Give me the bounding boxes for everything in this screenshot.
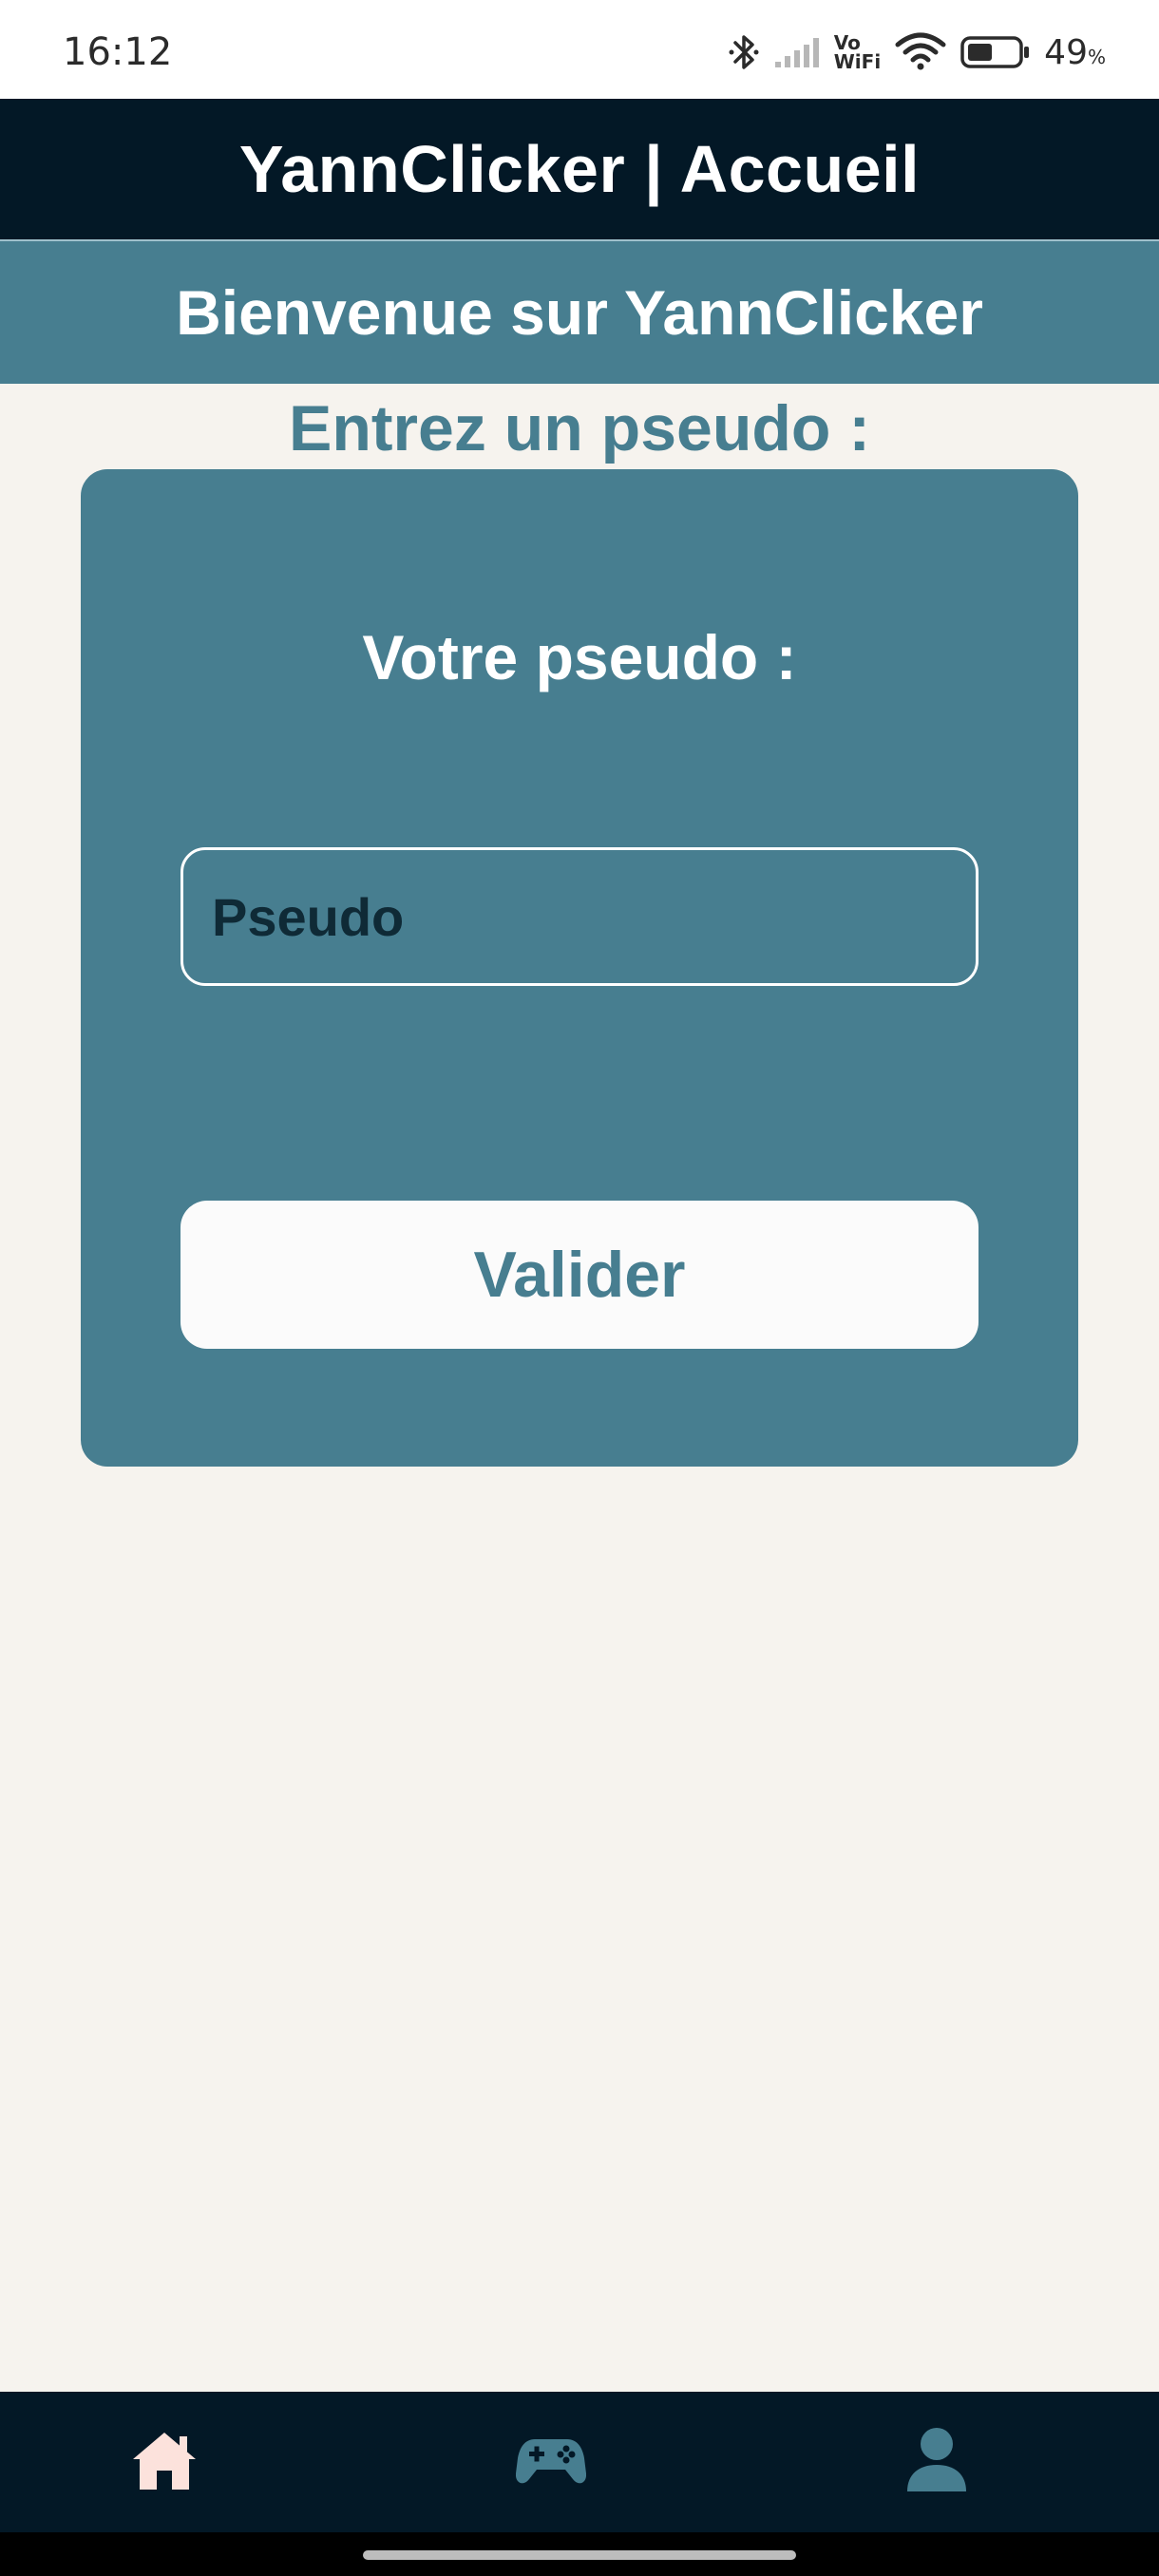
status-time: 16:12 bbox=[63, 30, 173, 74]
bluetooth-icon bbox=[728, 31, 760, 73]
battery-percent-unit: % bbox=[1087, 45, 1106, 68]
app-screen: 16:12 Vo WiFi 49% YannClicker | Accueil … bbox=[0, 0, 1159, 2576]
signal-icon bbox=[773, 35, 821, 69]
bottom-nav bbox=[0, 2392, 1159, 2532]
pseudo-input[interactable] bbox=[180, 847, 978, 986]
gesture-handle[interactable] bbox=[363, 2550, 796, 2560]
welcome-banner: Bienvenue sur YannClicker bbox=[0, 239, 1159, 384]
home-icon bbox=[129, 2429, 200, 2496]
nav-item-game[interactable] bbox=[475, 2392, 627, 2532]
app-header: YannClicker | Accueil bbox=[0, 99, 1159, 239]
gamepad-icon bbox=[515, 2434, 587, 2491]
battery-percent: 49% bbox=[1044, 33, 1106, 72]
status-icons: Vo WiFi 49% bbox=[728, 28, 1106, 76]
pseudo-prompt: Entrez un pseudo : bbox=[289, 392, 870, 464]
nav-item-home[interactable] bbox=[88, 2392, 240, 2532]
status-bar: 16:12 Vo WiFi 49% bbox=[0, 0, 1159, 99]
validate-button[interactable]: Valider bbox=[180, 1201, 978, 1349]
pseudo-card: Votre pseudo : Valider bbox=[81, 469, 1078, 1467]
wifi-icon bbox=[894, 31, 947, 73]
welcome-text: Bienvenue sur YannClicker bbox=[176, 277, 983, 348]
vowifi-bottom-label: WiFi bbox=[833, 50, 882, 73]
battery-percent-value: 49 bbox=[1044, 32, 1088, 72]
user-icon bbox=[905, 2427, 968, 2498]
battery-icon bbox=[960, 34, 1031, 70]
gesture-bar bbox=[0, 2532, 1159, 2576]
vowifi-icon: Vo WiFi bbox=[834, 33, 881, 71]
nav-item-profile[interactable] bbox=[861, 2392, 1013, 2532]
page-title: YannClicker | Accueil bbox=[238, 132, 921, 206]
vowifi-top-label: Vo bbox=[833, 31, 861, 54]
card-title: Votre pseudo : bbox=[362, 622, 797, 692]
